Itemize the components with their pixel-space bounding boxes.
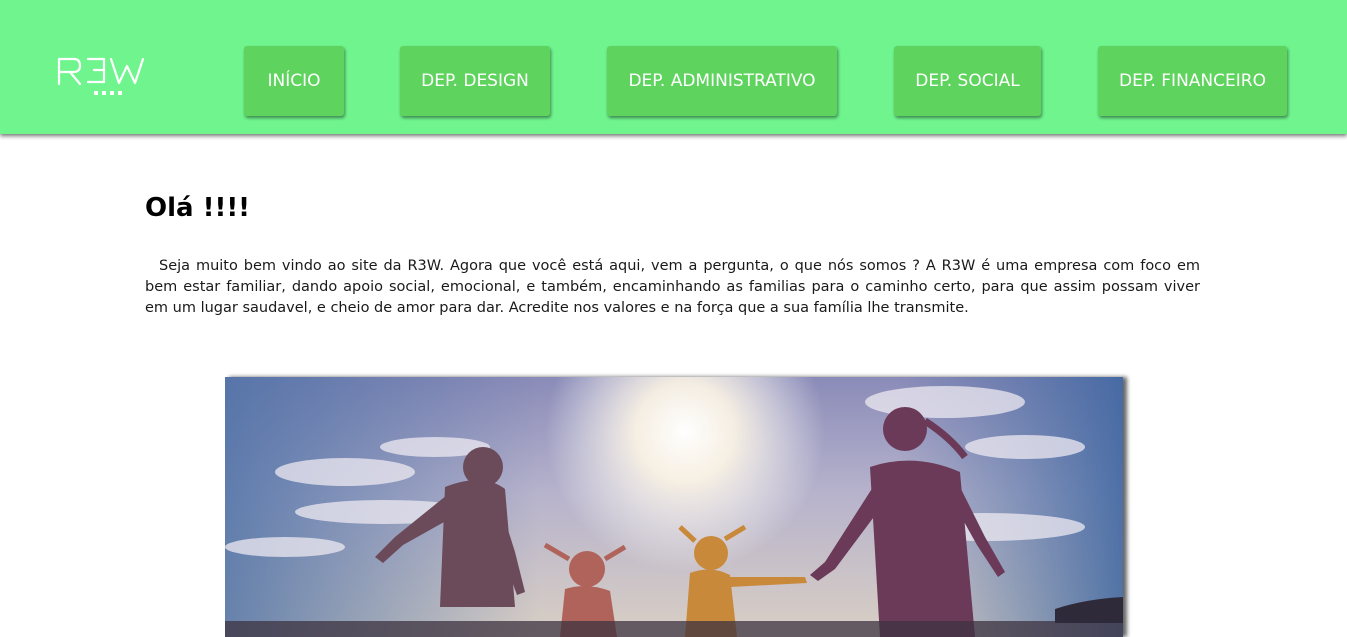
site-header: INÍCIO DEP. DESIGN DEP. ADMINISTRATIVO D… [0, 0, 1347, 134]
family-hero-image [225, 377, 1123, 637]
nav-administrativo-button[interactable]: DEP. ADMINISTRATIVO [607, 46, 837, 116]
intro-paragraph: Seja muito bem vindo ao site da R3W. Ago… [145, 256, 1200, 319]
r3w-logo[interactable] [56, 56, 162, 98]
nav-social-button[interactable]: DEP. SOCIAL [894, 46, 1041, 116]
nav-inicio-button[interactable]: INÍCIO [244, 46, 344, 116]
intro-text: Seja muito bem vindo ao site da R3W. Ago… [145, 258, 1200, 316]
nav-design-button[interactable]: DEP. DESIGN [400, 46, 550, 116]
page-title: Olá !!!! [145, 193, 251, 223]
nav-financeiro-button[interactable]: DEP. FINANCEIRO [1098, 46, 1287, 116]
